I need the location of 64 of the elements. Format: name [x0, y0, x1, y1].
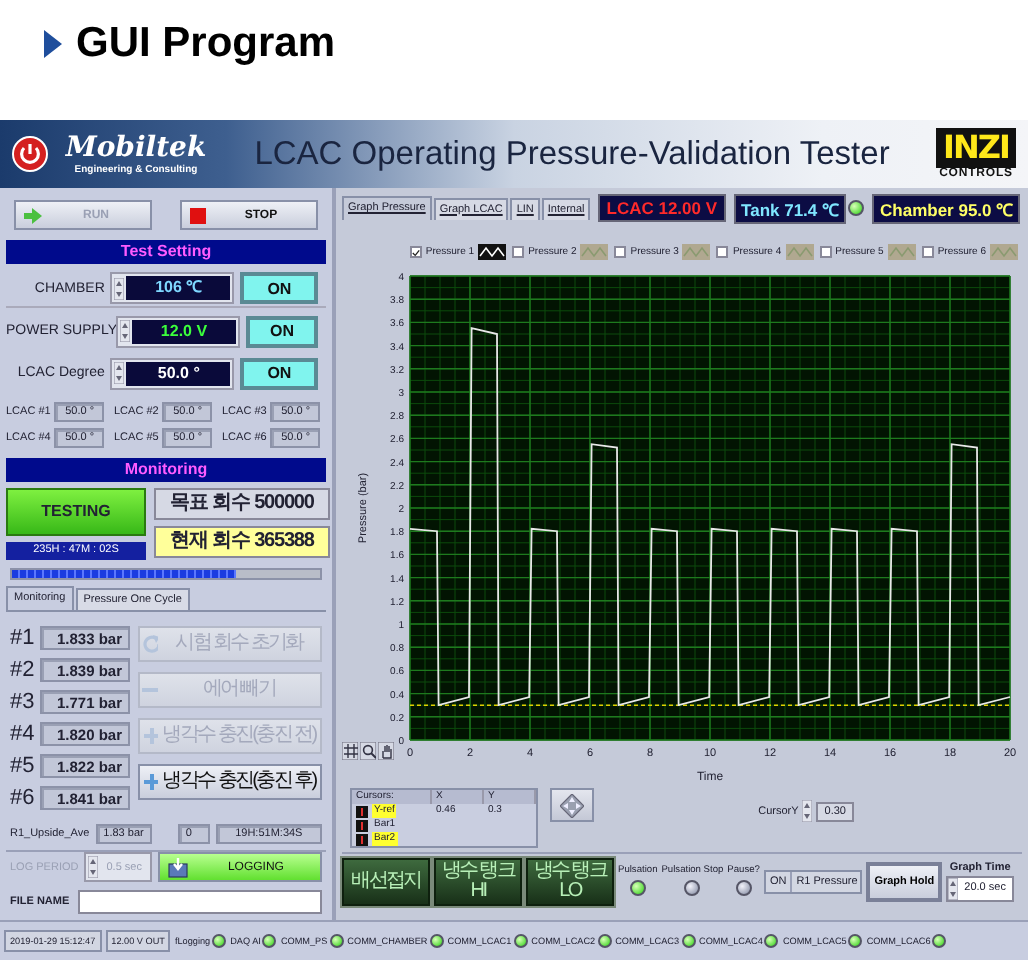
- target-count: 목표 회수 500000: [154, 487, 330, 520]
- power-icon: [12, 136, 48, 172]
- plot-swatch-icon: [580, 244, 609, 260]
- action-button[interactable]: 냉각수 충진(충진 후): [138, 763, 322, 800]
- numeric-control[interactable]: 12.0 V: [116, 315, 240, 348]
- stop-icon: [190, 207, 206, 224]
- arrow-icon: [24, 207, 42, 224]
- spinner-icon: [88, 856, 99, 879]
- indicator: Chamber 95.0 ℃: [872, 193, 1021, 223]
- indicator: LCAC 12.00 V: [598, 194, 726, 222]
- brand-name: Mobiltek: [65, 133, 207, 163]
- plot-swatch-icon: [478, 244, 507, 260]
- numeric-control[interactable]: 50.0 °: [110, 357, 235, 390]
- zoom-tool-icon: [360, 742, 376, 760]
- logo: INZI: [936, 128, 1016, 168]
- file-name-field[interactable]: [77, 889, 322, 914]
- channel-label: #6: [10, 785, 36, 810]
- indicator: Tank 71.4 ℃: [733, 193, 847, 223]
- grid-tool-icon: [342, 742, 358, 760]
- refresh-icon: [142, 633, 158, 654]
- value-display: 50.0 °: [126, 361, 231, 386]
- spinner-icon: [948, 877, 959, 899]
- numeric-control[interactable]: 106 ℃: [110, 272, 235, 305]
- plus-icon: [142, 771, 158, 792]
- on-button[interactable]: ON: [240, 357, 318, 390]
- diamond-icon: [560, 793, 584, 817]
- current-count: 현재 회수 365388: [154, 525, 330, 558]
- plot-swatch-icon: [887, 244, 916, 260]
- section-header: Monitoring: [6, 457, 326, 482]
- plot-swatch-icon: [990, 244, 1018, 260]
- section-header: Test Setting: [6, 240, 326, 265]
- save-icon: [167, 857, 188, 878]
- spinner-icon: [120, 320, 130, 343]
- channel-label: #1: [10, 625, 36, 650]
- checkbox[interactable]: [716, 246, 729, 258]
- checkbox[interactable]: [921, 246, 934, 258]
- checkbox[interactable]: [819, 246, 832, 258]
- spinner-icon: [114, 277, 125, 300]
- testing-status: TESTING: [6, 487, 146, 536]
- channel-label: #3: [10, 689, 36, 714]
- channel-label: #5: [10, 753, 36, 778]
- on-button[interactable]: ON: [240, 272, 318, 305]
- hand-tool-icon: [378, 742, 394, 760]
- check-icon: [411, 247, 420, 257]
- cursor-move-button[interactable]: [550, 788, 594, 822]
- checkbox[interactable]: [512, 246, 525, 258]
- spinner-icon: [802, 800, 813, 822]
- window-title: LCAC Operating Pressure-Validation Tester: [252, 135, 892, 173]
- triangle-icon: [44, 30, 62, 58]
- checkbox[interactable]: [409, 246, 422, 258]
- checkbox[interactable]: [614, 246, 627, 258]
- plot-swatch-icon: [785, 244, 814, 260]
- control-button[interactable]: 배선접지: [342, 857, 430, 905]
- control-button[interactable]: 냉수 탱크 LO: [526, 857, 614, 905]
- value-display: 12.0 V: [132, 319, 236, 344]
- page-heading: GUI Program: [76, 20, 336, 68]
- channel-label: #4: [10, 721, 36, 746]
- control-button[interactable]: 냉수 탱크 HI: [434, 857, 522, 905]
- on-button[interactable]: ON: [246, 315, 318, 348]
- plot-swatch-icon: [682, 244, 711, 260]
- channel-label: #2: [10, 657, 36, 682]
- value-display: 106 ℃: [126, 276, 231, 301]
- spinner-icon: [114, 362, 125, 385]
- plus-icon: [142, 725, 158, 746]
